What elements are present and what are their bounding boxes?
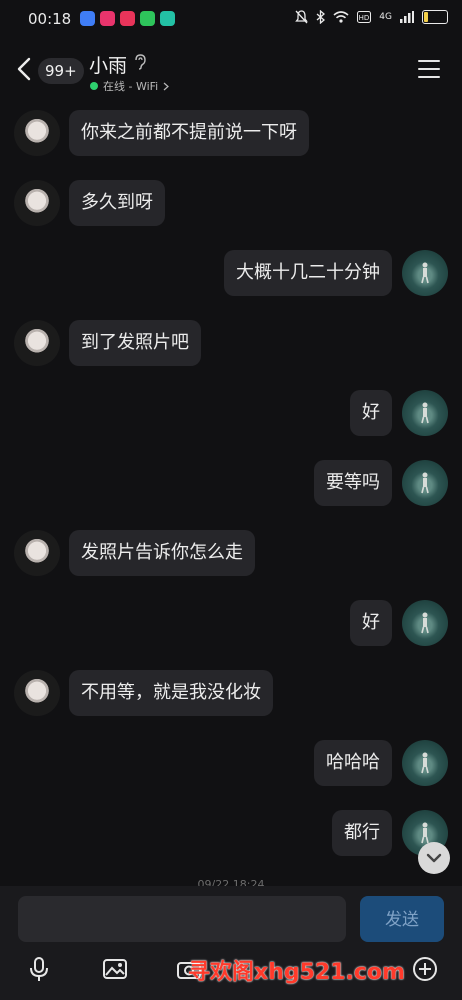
wifi-icon — [333, 11, 349, 23]
chevron-down-icon — [426, 853, 442, 863]
message-row: 好 — [0, 600, 462, 646]
message-row: 要等吗 — [0, 460, 462, 506]
ear-icon[interactable] — [134, 54, 146, 70]
mute-bell-icon — [295, 10, 309, 24]
message-row: 多久到呀 — [0, 180, 462, 226]
message-bubble[interactable]: 哈哈哈 — [314, 740, 392, 786]
message-bubble[interactable]: 多久到呀 — [69, 180, 165, 226]
message-input[interactable] — [18, 896, 346, 942]
microphone-icon[interactable] — [26, 956, 52, 982]
scroll-to-bottom-button[interactable] — [418, 842, 450, 874]
battery-icon: 20 — [422, 10, 448, 24]
message-row: 大概十几二十分钟 — [0, 250, 462, 296]
send-button[interactable]: 发送 — [360, 896, 444, 942]
message-bubble[interactable]: 不用等，就是我没化妆 — [69, 670, 273, 716]
online-status-text: 在线 - WiFi — [103, 80, 159, 93]
bluetooth-icon — [316, 10, 326, 24]
signal-icon — [400, 11, 414, 23]
message-row: 好 — [0, 390, 462, 436]
message-bubble[interactable]: 都行 — [332, 810, 392, 856]
my-avatar[interactable] — [402, 390, 448, 436]
message-row: 到了发照片吧 — [0, 320, 462, 366]
watermark: 寻欢阁xhg521.com — [188, 960, 405, 985]
chat-header: 99+ 小雨 在线 - WiFi — [0, 40, 462, 100]
contact-avatar[interactable] — [14, 670, 60, 716]
message-bubble[interactable]: 好 — [350, 390, 392, 436]
app-notification-icon — [80, 11, 95, 26]
status-bar: 00:18 HD 4G 20 — [0, 0, 462, 40]
contact-avatar[interactable] — [14, 180, 60, 226]
online-status[interactable]: 在线 - WiFi — [90, 78, 170, 94]
image-icon[interactable] — [102, 956, 128, 982]
hd-icon: HD — [357, 11, 372, 23]
message-app-icon — [160, 11, 175, 26]
message-row: 发照片告诉你怎么走 — [0, 530, 462, 576]
message-bubble[interactable]: 发照片告诉你怎么走 — [69, 530, 255, 576]
online-dot — [90, 82, 98, 90]
message-bubble[interactable]: 大概十几二十分钟 — [224, 250, 392, 296]
svg-text:HD: HD — [359, 14, 370, 22]
contact-avatar[interactable] — [14, 110, 60, 156]
notification-icons — [80, 11, 175, 26]
plus-icon[interactable] — [412, 956, 438, 982]
chevron-right-icon — [163, 82, 170, 90]
menu-icon[interactable] — [418, 60, 440, 78]
my-avatar[interactable] — [402, 740, 448, 786]
input-bar: 发送 寻欢阁xhg521.com — [0, 886, 462, 1000]
message-row: 哈哈哈 — [0, 740, 462, 786]
message-bubble[interactable]: 要等吗 — [314, 460, 392, 506]
chat-title[interactable]: 小雨 — [89, 51, 127, 78]
my-avatar[interactable] — [402, 250, 448, 296]
message-row: 你来之前都不提前说一下呀 — [0, 110, 462, 156]
wechat-app-icon — [140, 11, 155, 26]
contact-avatar[interactable] — [14, 530, 60, 576]
status-time: 00:18 — [28, 10, 72, 28]
battery-level: 20 — [429, 12, 441, 22]
music-app-icon — [120, 11, 135, 26]
unread-count-badge[interactable]: 99+ — [38, 58, 84, 84]
message-row: 都行 — [0, 810, 462, 856]
message-row: 不用等，就是我没化妆 — [0, 670, 462, 716]
message-bubble[interactable]: 到了发照片吧 — [69, 320, 201, 366]
my-avatar[interactable] — [402, 600, 448, 646]
my-avatar[interactable] — [402, 460, 448, 506]
app-notification-icon — [100, 11, 115, 26]
message-bubble[interactable]: 你来之前都不提前说一下呀 — [69, 110, 309, 156]
contact-avatar[interactable] — [14, 320, 60, 366]
back-arrow-icon[interactable] — [14, 56, 36, 82]
message-bubble[interactable]: 好 — [350, 600, 392, 646]
network-type: 4G — [379, 12, 392, 22]
